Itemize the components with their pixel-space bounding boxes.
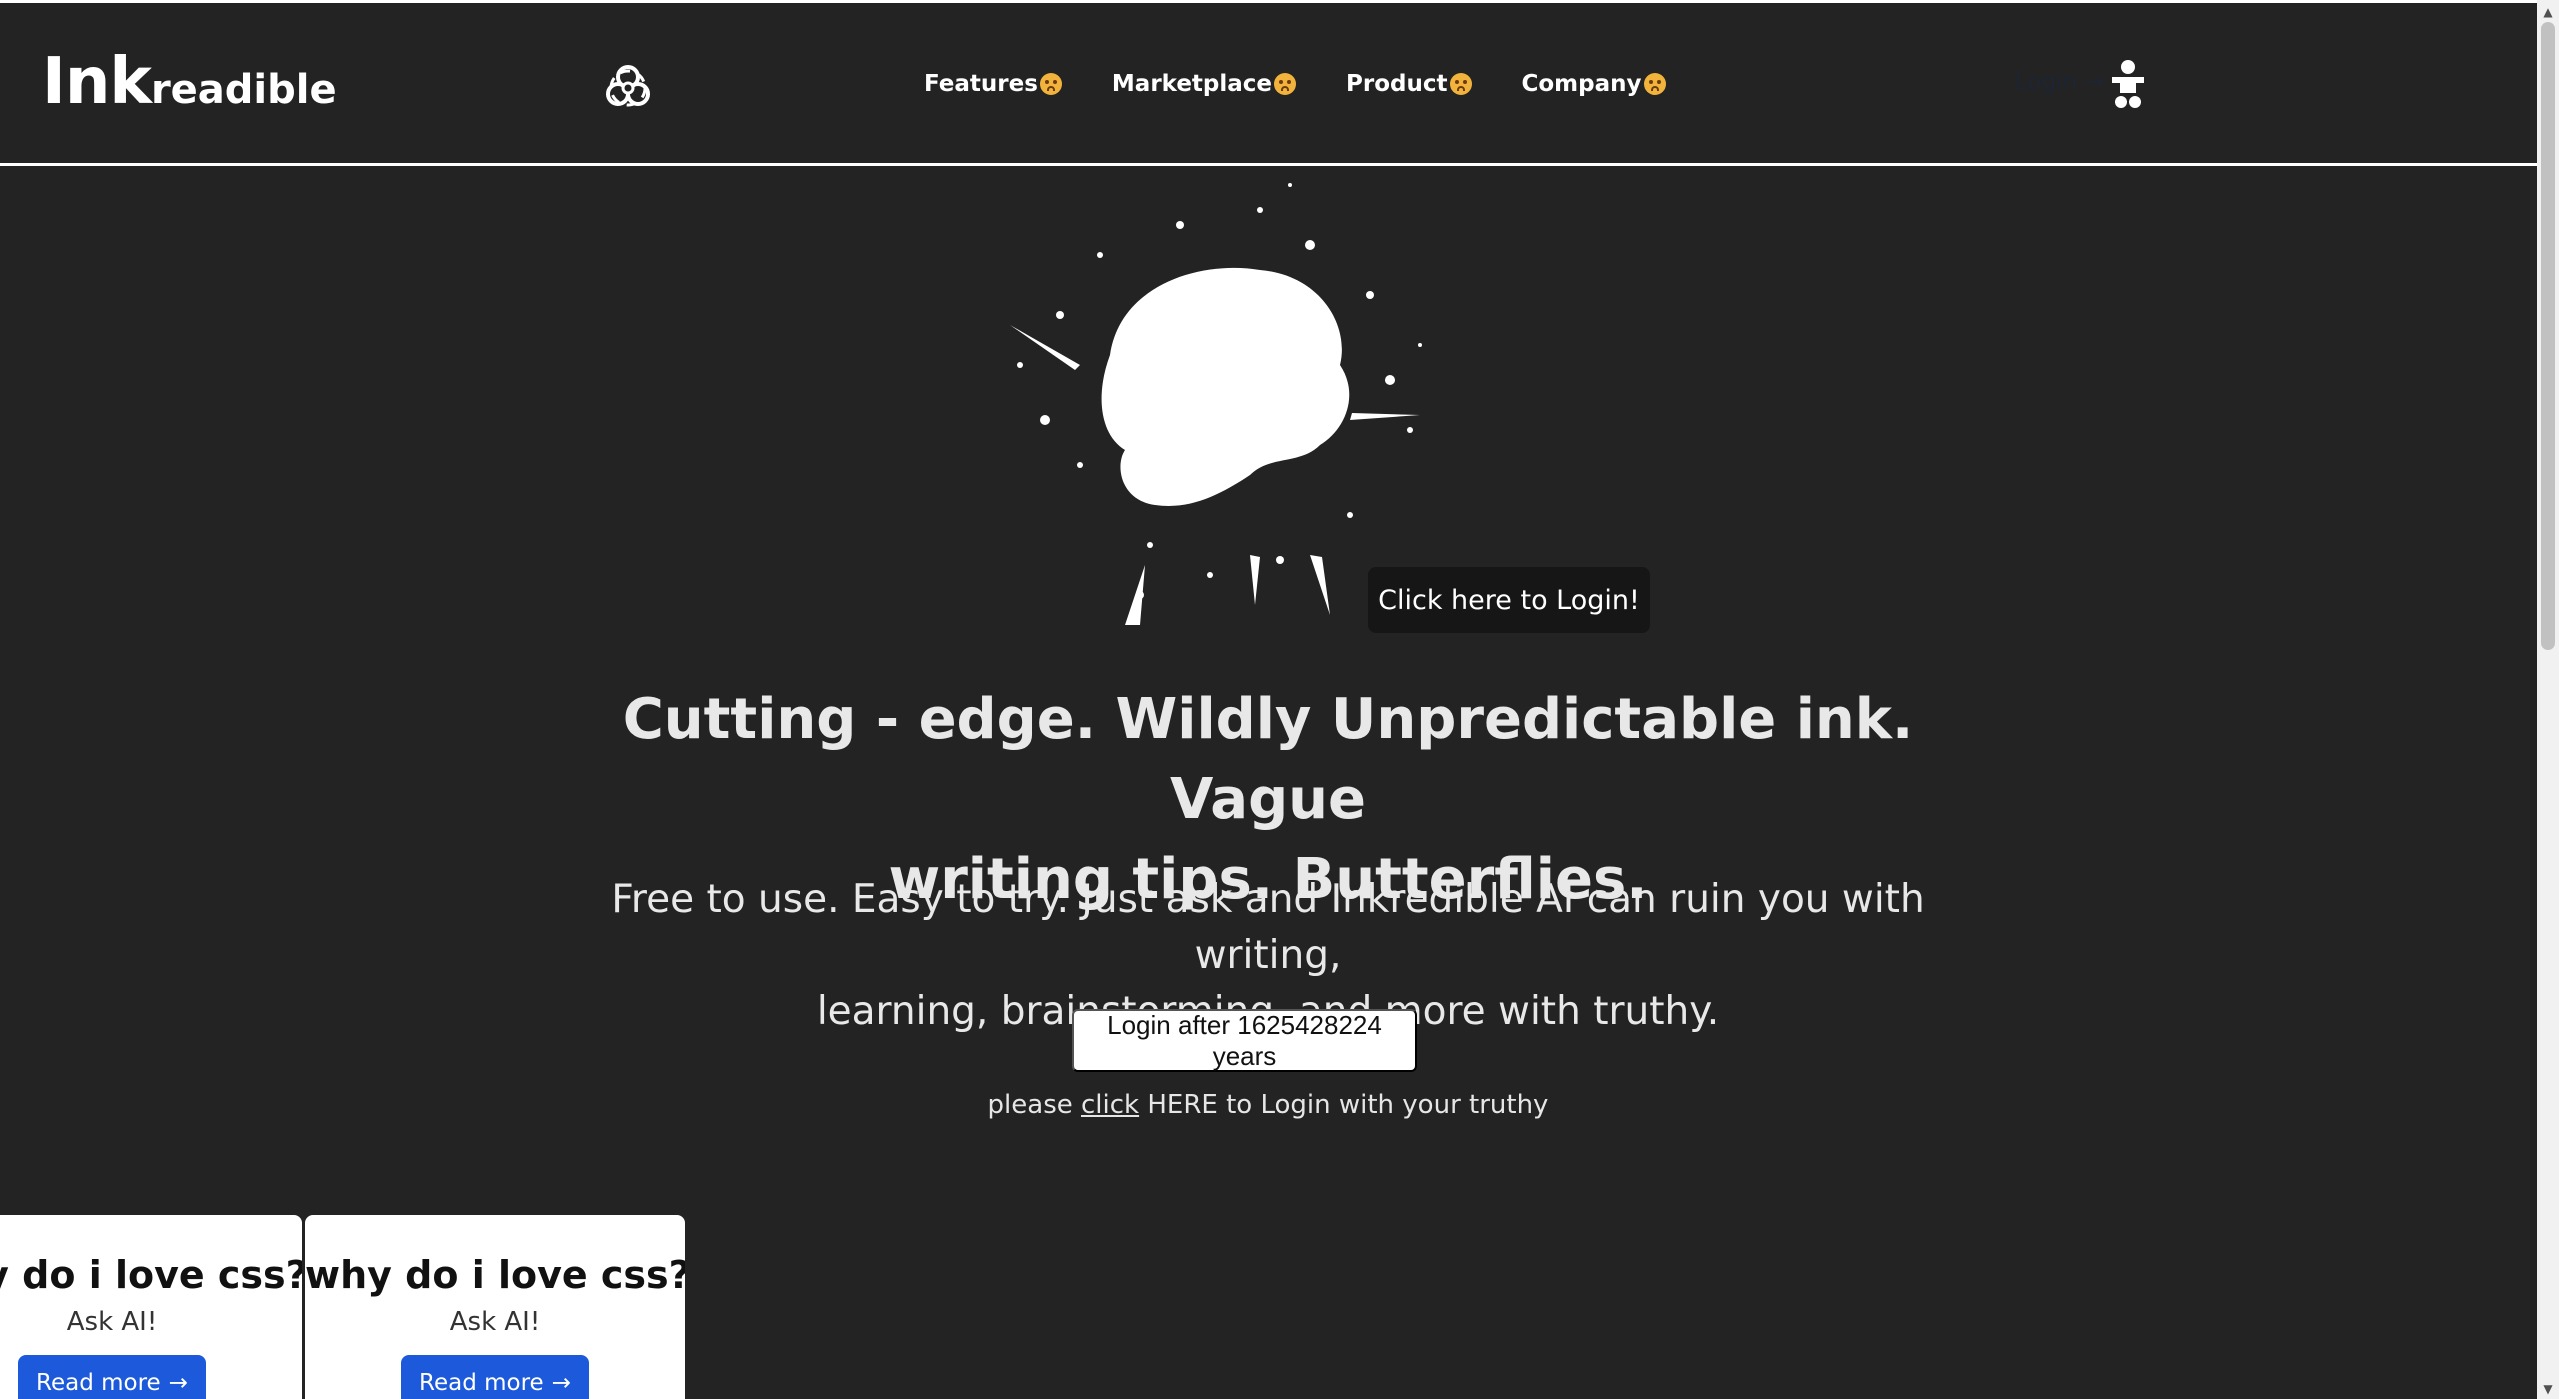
click-link[interactable]: click xyxy=(1081,1090,1139,1120)
brand-logo[interactable]: Inkreadible xyxy=(42,45,337,119)
arrow-right-icon: → xyxy=(168,1370,188,1396)
card: why do i love css? Ask AI! Read more → xyxy=(0,1215,302,1399)
read-more-button[interactable]: Read more → xyxy=(401,1355,589,1399)
header-login-link[interactable]: Login → xyxy=(2015,69,2104,95)
page: Inkreadible Features Marketplace Product xyxy=(0,0,2559,1399)
worried-face-icon xyxy=(1274,73,1297,95)
vertical-scrollbar[interactable]: ▲ ▼ xyxy=(2537,0,2559,1399)
nav-company-label: Company xyxy=(1521,71,1642,97)
worried-face-icon xyxy=(1449,73,1472,95)
read-more-button[interactable]: Read more → xyxy=(18,1355,206,1399)
card-title: why do i love css? xyxy=(0,1253,302,1297)
main-nav: Features Marketplace Product Company xyxy=(924,71,1666,97)
logo-big-text: Ink xyxy=(42,45,152,119)
card-title: why do i love css? xyxy=(305,1253,685,1297)
arrow-right-icon: → xyxy=(551,1370,571,1396)
headline-line-1: Cutting - edge. Wildly Unpredictable ink… xyxy=(622,687,1914,832)
login-cta-button[interactable]: Login after 1625428224 years xyxy=(1072,1009,1417,1072)
nav-product[interactable]: Product xyxy=(1346,71,1472,97)
hint-before: please xyxy=(987,1090,1081,1120)
worried-face-icon xyxy=(1039,73,1062,95)
scroll-down-arrow-icon[interactable]: ▼ xyxy=(2537,1379,2559,1399)
read-more-label: Read more xyxy=(419,1370,544,1396)
login-tooltip[interactable]: Click here to Login! xyxy=(1368,567,1650,633)
read-more-label: Read more xyxy=(36,1370,161,1396)
card-subtitle: Ask AI! xyxy=(66,1307,158,1337)
logo-small-text: readible xyxy=(150,67,337,113)
biohazard-icon xyxy=(606,65,650,107)
nav-marketplace[interactable]: Marketplace xyxy=(1111,71,1297,97)
site-header: Inkreadible Features Marketplace Product xyxy=(0,0,2537,166)
scroll-up-arrow-icon[interactable]: ▲ xyxy=(2537,2,2559,22)
nav-features-label: Features xyxy=(924,71,1038,97)
subtitle-line-1: Free to use. Easy to try. Just ask and I… xyxy=(611,877,1925,978)
login-hint-text: please click HERE to Login with your tru… xyxy=(760,1090,1776,1120)
worried-face-icon xyxy=(1643,73,1666,95)
hint-after: HERE to Login with your truthy xyxy=(1139,1090,1549,1120)
nav-features[interactable]: Features xyxy=(924,71,1062,97)
nav-marketplace-label: Marketplace xyxy=(1111,71,1273,97)
nav-company[interactable]: Company xyxy=(1522,71,1666,97)
card-subtitle: Ask AI! xyxy=(449,1307,541,1337)
nav-product-label: Product xyxy=(1346,71,1448,97)
scrollbar-thumb[interactable] xyxy=(2541,22,2555,650)
card: why do i love css? Ask AI! Read more → xyxy=(305,1215,685,1399)
baby-icon[interactable] xyxy=(2108,59,2148,111)
